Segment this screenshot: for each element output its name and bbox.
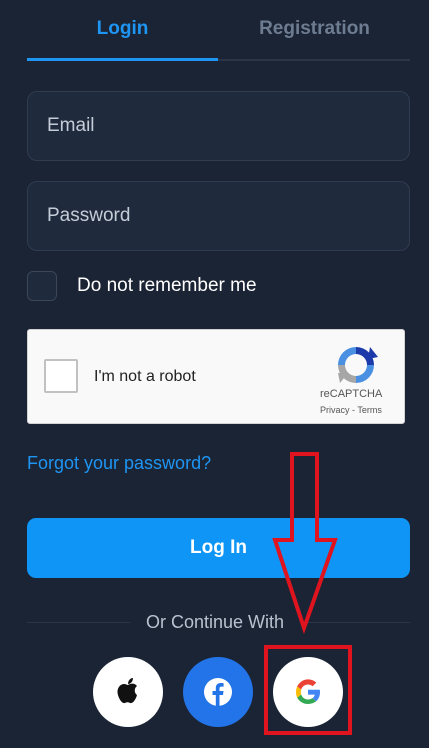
apple-login-button[interactable] — [93, 657, 163, 727]
recaptcha-widget: I'm not a robot reCAPTCHA Privacy - Term… — [27, 329, 405, 424]
remember-checkbox[interactable] — [27, 271, 57, 301]
recaptcha-checkbox[interactable] — [44, 359, 78, 393]
email-field[interactable] — [27, 91, 410, 161]
forgot-password-link[interactable]: Forgot your password? — [27, 453, 211, 474]
remember-label: Do not remember me — [77, 275, 257, 296]
tab-registration[interactable]: Registration — [219, 18, 410, 40]
recaptcha-links[interactable]: Privacy - Terms — [320, 405, 382, 415]
facebook-icon — [204, 678, 232, 706]
password-input[interactable] — [28, 182, 409, 250]
email-input[interactable] — [28, 92, 409, 160]
facebook-login-button[interactable] — [183, 657, 253, 727]
active-tab-indicator — [27, 58, 218, 61]
auth-tabs: Login Registration — [27, 0, 410, 61]
tab-login[interactable]: Login — [27, 18, 218, 40]
red-arrow-annotation — [272, 452, 338, 634]
recaptcha-brand: reCAPTCHA — [320, 388, 383, 400]
password-field[interactable] — [27, 181, 410, 251]
recaptcha-label: I'm not a robot — [94, 368, 196, 385]
google-highlight-frame — [264, 645, 352, 735]
apple-icon — [117, 678, 137, 704]
login-button[interactable]: Log In — [27, 518, 410, 578]
recaptcha-logo-icon — [338, 347, 378, 383]
